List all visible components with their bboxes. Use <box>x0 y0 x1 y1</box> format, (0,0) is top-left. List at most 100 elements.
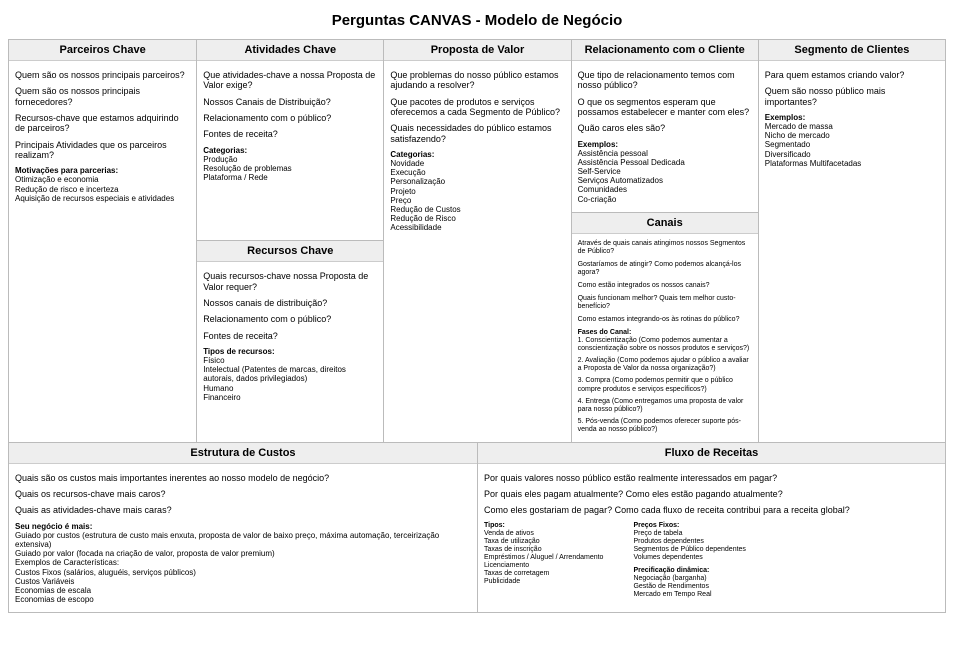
label-examples: Exemplos: <box>765 113 939 122</box>
header-key-resources: Recursos Chave <box>197 241 383 262</box>
item: Plataformas Multifacetadas <box>765 159 939 168</box>
col-customer-segments: Segmento de Clientes Para quem estamos c… <box>758 40 945 442</box>
item: 1. Conscientização (Como podemos aumenta… <box>578 337 752 353</box>
question: Nossos canais de distribuição? <box>203 298 377 308</box>
item: Taxas de corretagem <box>484 570 603 578</box>
item: Guiado por custos (estrutura de custo ma… <box>15 531 471 549</box>
col-relationship-channels: Relacionamento com o Cliente Que tipo de… <box>571 40 758 442</box>
item: Resolução de problemas <box>203 164 377 173</box>
label-dynamic-pricing: Precificação dinâmica: <box>633 567 745 575</box>
question: Como estão integrados os nossos canais? <box>578 282 752 290</box>
item: Redução de Risco <box>390 214 564 223</box>
question: Que pacotes de produtos e serviços ofere… <box>390 97 564 118</box>
item: Físico <box>203 356 377 365</box>
question: Relacionamento com o público? <box>203 314 377 324</box>
question: Recursos-chave que estamos adquirindo de… <box>15 113 190 134</box>
item: Comunidades <box>578 185 752 194</box>
header-key-partners: Parceiros Chave <box>9 40 196 61</box>
item: Assistência pessoal <box>578 149 752 158</box>
label-motivations: Motivações para parcerias: <box>15 166 190 175</box>
item: Self-Service <box>578 167 752 176</box>
item: Co-criação <box>578 195 752 204</box>
item: Custos Variáveis <box>15 577 471 586</box>
header-value-proposition: Proposta de Valor <box>384 40 570 61</box>
item: 3. Compra (Como podemos permitir que o p… <box>578 377 752 393</box>
item: Gestão de Rendimentos <box>633 583 745 591</box>
question: Relacionamento com o público? <box>203 113 377 123</box>
item: Financeiro <box>203 393 377 402</box>
question: Fontes de receita? <box>203 129 377 139</box>
question: Que problemas do nosso público estamos a… <box>390 70 564 91</box>
question: Quão caros eles são? <box>578 123 752 133</box>
question: Quais funcionam melhor? Quais tem melhor… <box>578 295 752 311</box>
header-cost-structure: Estrutura de Custos <box>9 443 477 464</box>
question: Através de quais canais atingimos nossos… <box>578 240 752 256</box>
item: Preço <box>390 196 564 205</box>
page-title: Perguntas CANVAS - Modelo de Negócio <box>8 12 946 29</box>
item: Negociação (barganha) <box>633 575 745 583</box>
item: Produção <box>203 155 377 164</box>
item: Segmentado <box>765 140 939 149</box>
header-key-activities: Atividades Chave <box>197 40 383 61</box>
sect-channels: Canais Através de quais canais atingimos… <box>572 212 758 442</box>
question: Por quais eles pagam atualmente? Como el… <box>484 489 939 499</box>
sect-customer-relationship: Relacionamento com o Cliente Que tipo de… <box>572 40 758 212</box>
question: Quem são os nossos principais fornecedor… <box>15 86 190 107</box>
item: Segmentos de Público dependentes <box>633 546 745 554</box>
item: Personalização <box>390 177 564 186</box>
item: Projeto <box>390 187 564 196</box>
header-customer-segments: Segmento de Clientes <box>759 40 945 61</box>
item: 4. Entrega (Como entregamos uma proposta… <box>578 398 752 414</box>
item: Taxas de inscrição <box>484 546 603 554</box>
label-business-type: Seu negócio é mais: <box>15 522 471 531</box>
item: Venda de ativos <box>484 530 603 538</box>
item: Redução de risco e incerteza <box>15 185 190 194</box>
item: Economias de escopo <box>15 595 471 604</box>
header-revenue-streams: Fluxo de Receitas <box>478 443 945 464</box>
item: Diversificado <box>765 150 939 159</box>
label-resource-types: Tipos de recursos: <box>203 347 377 356</box>
question: Como eles gostariam de pagar? Como cada … <box>484 505 939 515</box>
question: Para quem estamos criando valor? <box>765 70 939 80</box>
question: O que os segmentos esperam que possamos … <box>578 97 752 118</box>
question: Quais os recursos-chave mais caros? <box>15 489 471 499</box>
label-fixed-prices: Preços Fixos: <box>633 522 745 530</box>
question: Por quais valores nosso público estão re… <box>484 473 939 483</box>
item: Redução de Custos <box>390 205 564 214</box>
sect-key-resources: Recursos Chave Quais recursos-chave noss… <box>197 240 383 441</box>
question: Quem são os nossos principais parceiros? <box>15 70 190 80</box>
question: Gostaríamos de atingir? Como podemos alc… <box>578 261 752 277</box>
item: Nicho de mercado <box>765 131 939 140</box>
label-examples: Exemplos: <box>578 140 752 149</box>
business-model-canvas: Parceiros Chave Quem são os nossos princ… <box>8 39 946 613</box>
item: Taxa de utilização <box>484 538 603 546</box>
question: Principais Atividades que os parceiros r… <box>15 140 190 161</box>
question: Quais as atividades-chave mais caras? <box>15 505 471 515</box>
item: Humano <box>203 384 377 393</box>
item: Licenciamento <box>484 562 603 570</box>
label-types: Tipos: <box>484 522 603 530</box>
question: Fontes de receita? <box>203 331 377 341</box>
item: Empréstimos / Aluguel / Arrendamento <box>484 554 603 562</box>
item: Acessibilidade <box>390 223 564 232</box>
header-customer-relationship: Relacionamento com o Cliente <box>572 40 758 61</box>
item: Otimização e economia <box>15 175 190 184</box>
item: Economias de escala <box>15 586 471 595</box>
question: Quem são nosso público mais importantes? <box>765 86 939 107</box>
item: 5. Pós-venda (Como podemos oferecer supo… <box>578 418 752 434</box>
item: Aquisição de recursos especiais e ativid… <box>15 194 190 203</box>
item: Exemplos de Características: <box>15 558 471 567</box>
item: Custos Fixos (salários, aluguéis, serviç… <box>15 568 471 577</box>
item: Serviços Automatizados <box>578 176 752 185</box>
item: Plataforma / Rede <box>203 173 377 182</box>
item: Volumes dependentes <box>633 554 745 562</box>
item: Intelectual (Patentes de marcas, direito… <box>203 365 377 383</box>
label-channel-phases: Fases do Canal: <box>578 329 752 337</box>
question: Como estamos integrando-os às rotinas do… <box>578 316 752 324</box>
question: Quais necessidades do público estamos sa… <box>390 123 564 144</box>
question: Nossos Canais de Distribuição? <box>203 97 377 107</box>
sect-key-activities: Atividades Chave Que atividades-chave a … <box>197 40 383 240</box>
question: Quais recursos-chave nossa Proposta de V… <box>203 271 377 292</box>
item: Assistência Pessoal Dedicada <box>578 158 752 167</box>
col-revenue-streams: Fluxo de Receitas Por quais valores noss… <box>477 443 945 613</box>
